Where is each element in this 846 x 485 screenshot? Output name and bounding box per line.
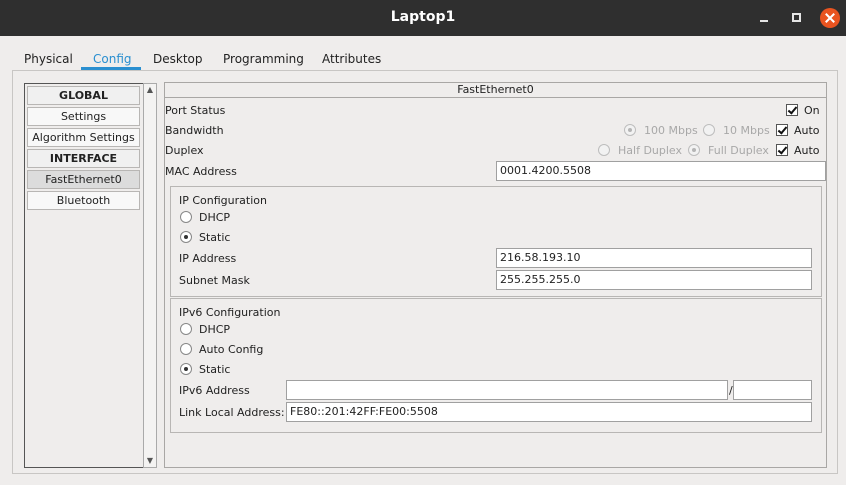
bandwidth-100-label: 100 Mbps: [644, 124, 698, 137]
duplex-label: Duplex: [165, 144, 204, 157]
tab-desktop[interactable]: Desktop: [153, 52, 203, 66]
ipv6-address-label: IPv6 Address: [179, 384, 250, 397]
ip-configuration-title: IP Configuration: [179, 194, 267, 207]
scroll-down-icon[interactable]: ▼: [145, 456, 155, 466]
maximize-icon[interactable]: [787, 8, 807, 28]
ipv6-prefix-field[interactable]: [733, 380, 812, 400]
ipv4-static-radio[interactable]: [180, 231, 192, 243]
ipv4-static-label: Static: [199, 231, 231, 244]
mac-address-field[interactable]: 0001.4200.5508: [496, 161, 826, 181]
ipv4-dhcp-radio[interactable]: [180, 211, 192, 223]
close-icon[interactable]: [820, 8, 840, 28]
bandwidth-100-radio[interactable]: [624, 124, 636, 136]
ipv6-address-field[interactable]: [286, 380, 728, 400]
tab-physical[interactable]: Physical: [24, 52, 73, 66]
ipv6-auto-config-label: Auto Config: [199, 343, 264, 356]
bandwidth-10-radio[interactable]: [703, 124, 715, 136]
sidebar-item-algorithm-settings[interactable]: Algorithm Settings: [27, 128, 140, 147]
link-local-address-label: Link Local Address:: [179, 406, 285, 419]
sidebar-item-bluetooth[interactable]: Bluetooth: [27, 191, 140, 210]
tab-config[interactable]: Config: [93, 52, 132, 66]
tab-attributes[interactable]: Attributes: [322, 52, 381, 66]
ip-address-label: IP Address: [179, 252, 237, 265]
panel-title: FastEthernet0: [164, 82, 827, 98]
minimize-icon[interactable]: [754, 8, 774, 28]
sidebar-item-settings[interactable]: Settings: [27, 107, 140, 126]
ipv6-dhcp-label: DHCP: [199, 323, 231, 336]
mac-address-label: MAC Address: [165, 165, 237, 178]
sidebar-header-interface: INTERFACE: [27, 149, 140, 168]
ipv6-configuration-title: IPv6 Configuration: [179, 306, 281, 319]
tab-programming[interactable]: Programming: [223, 52, 304, 66]
duplex-auto-label: Auto: [794, 144, 820, 157]
full-duplex-radio[interactable]: [688, 144, 700, 156]
ipv6-static-label: Static: [199, 363, 231, 376]
ipv6-auto-config-radio[interactable]: [180, 343, 192, 355]
subnet-mask-field[interactable]: 255.255.255.0: [496, 270, 812, 290]
ipv4-dhcp-label: DHCP: [199, 211, 231, 224]
port-status-checkbox[interactable]: [786, 104, 798, 116]
half-duplex-radio[interactable]: [598, 144, 610, 156]
duplex-auto-checkbox[interactable]: [776, 144, 788, 156]
scroll-up-icon[interactable]: ▲: [145, 85, 155, 95]
sidebar-scrollbar[interactable]: ▲ ▼: [143, 83, 157, 468]
link-local-address-field[interactable]: FE80::201:42FF:FE00:5508: [286, 402, 812, 422]
port-status-on-label: On: [804, 104, 820, 117]
full-duplex-label: Full Duplex: [708, 144, 769, 157]
ipv6-static-radio[interactable]: [180, 363, 192, 375]
ip-address-field[interactable]: 216.58.193.10: [496, 248, 812, 268]
bandwidth-auto-checkbox[interactable]: [776, 124, 788, 136]
bandwidth-auto-label: Auto: [794, 124, 820, 137]
bandwidth-10-label: 10 Mbps: [723, 124, 770, 137]
sidebar-header-global: GLOBAL: [27, 86, 140, 105]
half-duplex-label: Half Duplex: [618, 144, 683, 157]
sidebar-item-fastethernet0[interactable]: FastEthernet0: [27, 170, 140, 189]
bandwidth-label: Bandwidth: [165, 124, 224, 137]
port-status-label: Port Status: [165, 104, 226, 117]
window-title: Laptop1: [390, 9, 456, 25]
ipv6-dhcp-radio[interactable]: [180, 323, 192, 335]
title-bar: Laptop1: [0, 0, 846, 36]
subnet-mask-label: Subnet Mask: [179, 274, 250, 287]
